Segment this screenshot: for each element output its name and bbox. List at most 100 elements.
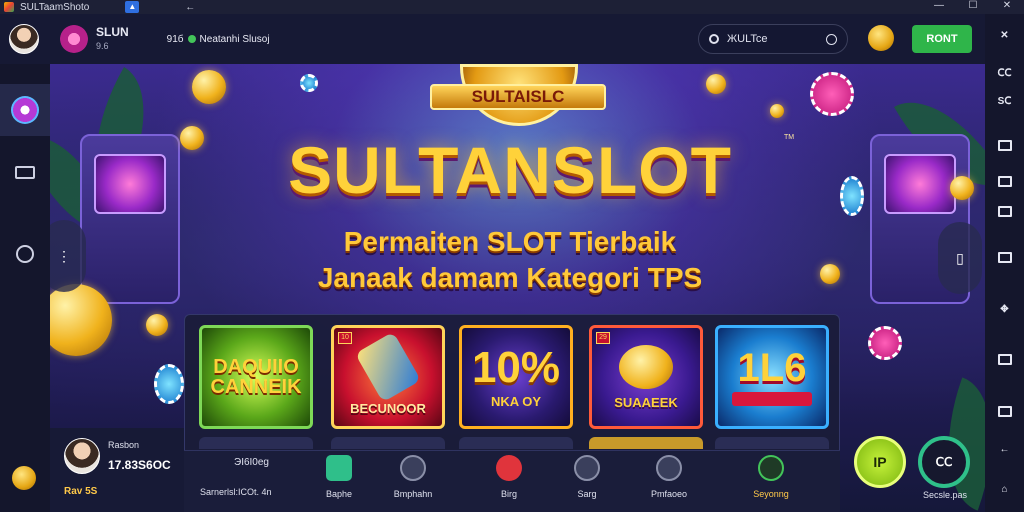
chip-decoration: [868, 326, 902, 360]
player-panel: Rasbon 17.83S6OC Rav 5S: [50, 428, 184, 512]
app-window: SULTaamShoto ▲ ← — ☐ ✕ SLUN 9.6 91б Neat…: [0, 0, 1024, 512]
scroll-left-button[interactable]: ⋮: [50, 220, 86, 292]
left-sidebar: [0, 64, 50, 512]
coin-decoration: [706, 74, 726, 94]
rs-item-2[interactable]: SⅭ: [985, 96, 1024, 107]
sidebar-item-files[interactable]: [0, 146, 50, 198]
nav-target-icon: [496, 455, 522, 481]
profile-avatar[interactable]: [9, 24, 39, 54]
scroll-right-button[interactable]: ▯: [938, 222, 982, 294]
coin-decoration: [146, 314, 168, 336]
chip-decoration: [840, 176, 864, 216]
chip-decoration: [154, 364, 184, 404]
window-controls: — ☐ ✕: [922, 0, 1024, 14]
nav-item-baphe[interactable]: Baphe: [304, 455, 374, 499]
rotate-icon: [997, 354, 1012, 365]
play-button[interactable]: IP: [854, 436, 906, 488]
hero-subtitle-2: Janaak damam Kategori TPS: [317, 262, 703, 293]
nav-item-pmfaoeo[interactable]: Pmfaoeo: [634, 455, 704, 499]
nav-item-bmphahn[interactable]: Bmphahn: [378, 455, 448, 499]
game-card-3[interactable]: 10% NKA OY: [459, 325, 573, 429]
nav-item-seyonng[interactable]: Seyonng: [736, 455, 806, 499]
game-card-caption: NKA OY: [490, 393, 542, 409]
wallet-coin-icon[interactable]: [12, 466, 36, 490]
user-subtitle: 9.6: [96, 41, 109, 51]
user-info: SLUN 9.6: [96, 25, 129, 53]
nav-label: Birg: [500, 489, 517, 499]
secondary-action-button[interactable]: ⅭⅭ: [918, 436, 970, 488]
rs-item-0[interactable]: ✕: [985, 30, 1024, 41]
rs-item-layout[interactable]: [985, 252, 1024, 266]
nav-label: Bmphahn: [393, 489, 433, 499]
coin-icon[interactable]: [868, 25, 894, 51]
tab-icon[interactable]: ▲: [125, 1, 140, 13]
game-card-art: 1L6: [737, 346, 807, 390]
rs-item-rotate[interactable]: [985, 354, 1024, 368]
coin-decoration: [770, 104, 784, 118]
game-card-4[interactable]: 29 SUAAEEK: [589, 325, 703, 429]
brand-crest: SULTAISLC: [430, 64, 606, 134]
count-label: Neatanhi Slusoj: [199, 33, 270, 45]
sidebar-item-explore[interactable]: [0, 228, 50, 280]
secondary-action-label: Secsle.pas: [922, 490, 968, 500]
game-banner: SULTAISLC SULTANSLOT TM Permaiten SLOT T…: [50, 64, 985, 512]
card-stub: [715, 437, 829, 449]
square-icon: [997, 406, 1012, 417]
game-card-2[interactable]: 10 BECUNOOR: [331, 325, 445, 429]
nav-label: Sarg: [577, 489, 597, 499]
rs-item-square[interactable]: [985, 406, 1024, 420]
rs-item-window[interactable]: [985, 140, 1024, 154]
back-arrow-icon[interactable]: ←: [185, 2, 195, 13]
card-badge: 10: [338, 332, 352, 344]
rocket-icon: [354, 331, 422, 402]
close-button[interactable]: ✕: [990, 0, 1024, 14]
app-title: SULTaamShoto: [20, 1, 90, 13]
rs-item-screenshot[interactable]: [985, 176, 1024, 190]
crest-ribbon: SULTAISLC: [430, 84, 606, 110]
nav-label: Seyonng: [753, 489, 789, 499]
game-card-1[interactable]: DAQUIIO CANNEIK: [199, 325, 313, 429]
search-input[interactable]: ЖULTce: [698, 24, 848, 54]
nav-settings-icon: [758, 455, 784, 481]
rs-item-record[interactable]: [985, 206, 1024, 220]
rs-home-button[interactable]: ⌂: [985, 484, 1024, 495]
nav-item-birg[interactable]: Birg: [474, 455, 544, 499]
maximize-button[interactable]: ☐: [956, 0, 990, 14]
game-card-5[interactable]: 1L6: [715, 325, 829, 429]
game-app-icon[interactable]: [60, 25, 88, 53]
rs-item-1[interactable]: ⅭⅭ: [985, 68, 1024, 79]
player-name: Rasbon: [108, 440, 140, 450]
nav-item-sarg[interactable]: Sarg: [552, 455, 622, 499]
nav-label: Pmfaoeo: [650, 489, 688, 499]
slot-machine-left: [80, 134, 180, 304]
right-sidebar: ✕ ⅭⅭ SⅭ ✥ ← ⌂: [985, 14, 1024, 512]
minimize-button[interactable]: —: [922, 0, 956, 14]
rent-button[interactable]: RONT: [912, 25, 972, 53]
top-header: SLUN 9.6 91б Neatanhi Slusoj ЖULTce RONT: [0, 14, 985, 64]
game-card-art: 10%: [471, 342, 561, 392]
sidebar-item-games[interactable]: [0, 84, 50, 136]
rs-back-button[interactable]: ←: [985, 444, 1024, 455]
clock-icon[interactable]: [826, 34, 837, 45]
card-stub: [199, 437, 313, 449]
rs-item-shake[interactable]: ✥: [985, 304, 1024, 315]
coin-decoration: [820, 264, 840, 284]
user-name: SLUN: [96, 25, 129, 39]
player-count: 91б Neatanhi Slusoj: [167, 34, 270, 45]
nav-diamond-icon: [574, 455, 600, 481]
gamepad-icon: [11, 96, 39, 124]
coin-decoration: [950, 176, 974, 200]
coin-decoration: [192, 70, 226, 104]
chip-decoration: [300, 74, 318, 92]
player-avatar[interactable]: [64, 438, 100, 474]
trademark-mark: TM: [784, 134, 795, 141]
game-card-caption: BECUNOOR: [350, 400, 426, 416]
chip-decoration: [810, 72, 854, 116]
card-badge: 29: [596, 332, 610, 344]
nav-target-icon: [400, 455, 426, 481]
card-stub: [459, 437, 573, 449]
search-text: ЖULTce: [727, 33, 768, 45]
layout-icon: [997, 252, 1012, 263]
record-icon: [997, 206, 1012, 217]
card-stub: [331, 437, 445, 449]
